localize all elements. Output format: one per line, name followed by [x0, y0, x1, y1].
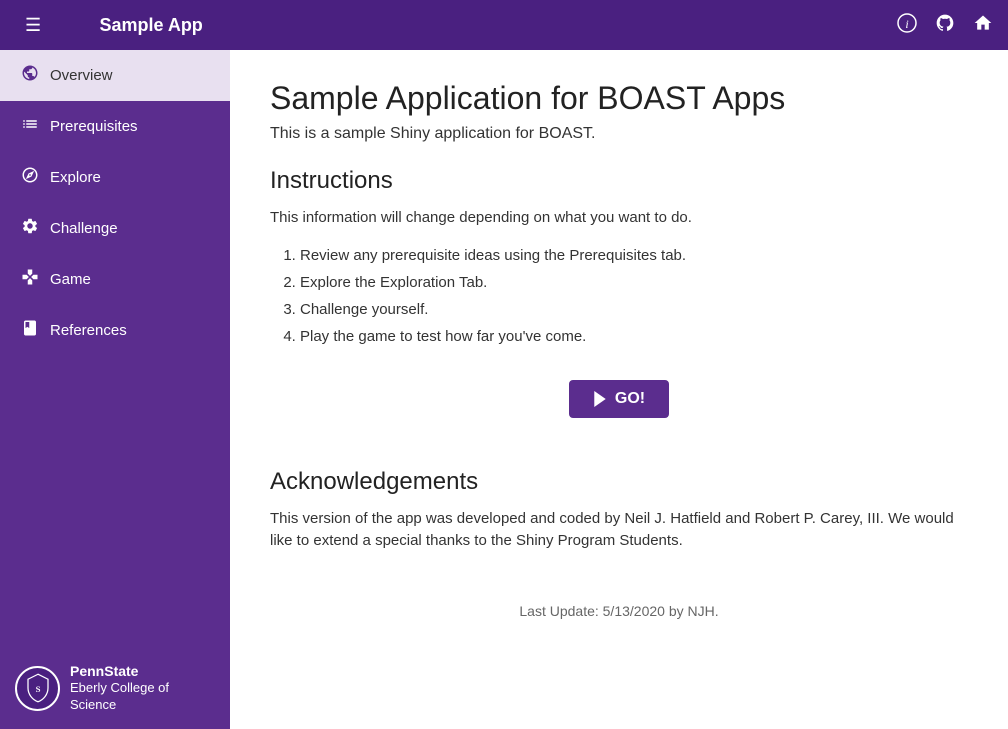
go-button-label: GO! [615, 390, 645, 408]
psu-college-name: Eberly College of Science [70, 680, 215, 714]
sidebar-game-label: Game [50, 271, 91, 288]
main-content: Sample Application for BOAST Apps This i… [230, 50, 1008, 729]
acknowledgements-heading: Acknowledgements [270, 468, 968, 496]
gear-icon [20, 217, 40, 240]
instructions-list: Review any prerequisite ideas using the … [300, 242, 968, 350]
sidebar-overview-label: Overview [50, 67, 113, 84]
sidebar-item-game[interactable]: Game [0, 254, 230, 305]
footer-update: Last Update: 5/13/2020 by NJH. [270, 603, 968, 619]
info-icon[interactable]: i [897, 13, 917, 38]
sidebar-explore-label: Explore [50, 169, 101, 186]
go-button[interactable]: GO! [569, 380, 669, 418]
svg-text:i: i [905, 17, 908, 31]
psu-text: PennState Eberly College of Science [70, 662, 215, 714]
sidebar-item-overview[interactable]: Overview [0, 50, 230, 101]
app-title: Sample App [51, 15, 251, 36]
sidebar-challenge-label: Challenge [50, 220, 118, 237]
app-body: Overview Prerequisites Explore Challenge [0, 50, 1008, 729]
compass-icon [20, 166, 40, 189]
navbar: ☰ Sample App i [0, 0, 1008, 50]
sidebar-item-challenge[interactable]: Challenge [0, 203, 230, 254]
go-button-wrap: GO! [270, 370, 968, 448]
sidebar-nav: Overview Prerequisites Explore Challenge [0, 50, 230, 647]
instructions-heading: Instructions [270, 167, 968, 195]
list-icon [20, 115, 40, 138]
sidebar: Overview Prerequisites Explore Challenge [0, 50, 230, 729]
github-icon[interactable] [935, 13, 955, 38]
list-item: Review any prerequisite ideas using the … [300, 242, 968, 269]
psu-university-name: PennState [70, 662, 215, 680]
svg-text:S: S [35, 684, 40, 694]
page-subtitle: This is a sample Shiny application for B… [270, 125, 968, 143]
sidebar-item-prerequisites[interactable]: Prerequisites [0, 101, 230, 152]
list-item: Play the game to test how far you've com… [300, 323, 968, 350]
home-icon[interactable] [973, 13, 993, 38]
sidebar-references-label: References [50, 322, 127, 339]
globe-icon [20, 64, 40, 87]
sidebar-prerequisites-label: Prerequisites [50, 118, 138, 135]
menu-toggle-button[interactable]: ☰ [15, 10, 51, 41]
book-icon [20, 319, 40, 342]
instructions-intro: This information will change depending o… [270, 207, 968, 230]
list-item: Challenge yourself. [300, 296, 968, 323]
acknowledgements-section: Acknowledgements This version of the app… [270, 468, 968, 553]
list-item: Explore the Exploration Tab. [300, 269, 968, 296]
sidebar-footer: S PennState Eberly College of Science [0, 647, 230, 729]
sidebar-item-explore[interactable]: Explore [0, 152, 230, 203]
acknowledgements-text: This version of the app was developed an… [270, 508, 968, 553]
gamepad-icon [20, 268, 40, 291]
psu-logo: S [15, 666, 60, 711]
page-title: Sample Application for BOAST Apps [270, 80, 968, 117]
navbar-icons: i [897, 13, 993, 38]
sidebar-item-references[interactable]: References [0, 305, 230, 356]
